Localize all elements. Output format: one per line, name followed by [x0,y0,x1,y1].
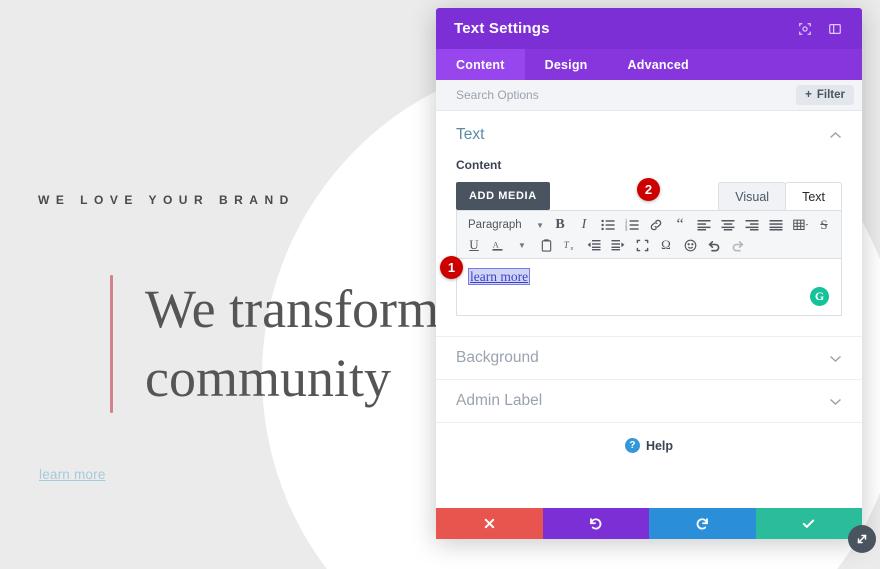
search-input[interactable] [456,88,797,102]
paragraph-format-label: Paragraph [468,219,522,231]
paste-as-text-icon[interactable] [534,235,558,255]
tab-visual[interactable]: Visual [718,182,787,210]
clear-formatting-icon[interactable]: T x [558,235,582,255]
italic-icon[interactable]: I [572,215,596,235]
bulleted-list-icon[interactable] [596,215,620,235]
svg-text:3: 3 [625,227,628,231]
text-settings-modal: Text Settings Content Design Advanced + … [436,8,876,553]
link-icon[interactable] [644,215,668,235]
strikethrough-icon[interactable]: S [812,215,836,235]
chevron-down-icon[interactable] [829,394,842,409]
indent-icon[interactable] [606,235,630,255]
svg-text:x: x [571,246,574,252]
page-eyebrow-text: WE LOVE YOUR BRAND [38,193,295,207]
resize-diagonal-icon[interactable] [848,525,876,553]
filter-button[interactable]: + Filter [796,85,854,105]
modal-title: Text Settings [454,20,550,37]
align-justify-icon[interactable] [764,215,788,235]
modal-body: Text Content ADD MEDIA Visual Text Parag [436,111,862,508]
bold-icon[interactable]: B [548,215,572,235]
toolbar-row-2: U A ▼ T x Ω [462,235,836,255]
panel-layout-icon[interactable] [822,16,848,42]
headline-accent-bar [110,275,113,414]
save-button[interactable] [755,508,862,539]
chevron-down-icon[interactable]: ▼ [510,235,534,255]
help-icon: ? [624,438,640,453]
editor-selected-link[interactable]: learn more [467,268,531,285]
search-options-row: + Filter [436,80,862,111]
redo-icon[interactable] [726,235,750,255]
table-icon[interactable] [788,215,812,235]
modal-footer [436,508,862,539]
svg-text:T: T [564,240,570,250]
tab-content[interactable]: Content [436,49,525,80]
underline-icon[interactable]: U [462,235,486,255]
modal-tabs: Content Design Advanced [436,49,862,80]
text-color-icon[interactable]: A [486,235,510,255]
tab-text[interactable]: Text [785,182,842,210]
tab-design[interactable]: Design [525,49,608,80]
fullscreen-icon[interactable] [630,235,654,255]
align-center-icon[interactable] [716,215,740,235]
section-admin-label[interactable]: Admin Label [436,379,862,422]
chevron-down-icon[interactable] [829,351,842,366]
editor-mode-tabs: Visual Text [718,182,842,210]
undo-button[interactable] [542,508,649,539]
annotation-badge-1: 1 [440,256,463,279]
toolbar-row-1: Paragraph ▼ B I 1 2 3 “ S [462,215,836,235]
emoji-icon[interactable] [678,235,702,255]
section-background[interactable]: Background [436,336,862,379]
cancel-button[interactable] [436,508,543,539]
help-label: Help [645,438,674,453]
page-learn-more-link[interactable]: learn more [39,467,106,482]
numbered-list-icon[interactable]: 1 2 3 [620,215,644,235]
content-field-label: Content [456,158,502,172]
svg-text:A: A [493,240,500,250]
help-button[interactable]: ? Help [436,422,862,468]
editor-toolbar: Paragraph ▼ B I 1 2 3 “ S U A ▼ T x Ω [456,210,842,258]
align-left-icon[interactable] [692,215,716,235]
section-title-text: Text [456,126,485,143]
redo-button[interactable] [649,508,756,539]
align-right-icon[interactable] [740,215,764,235]
annotation-badge-2: 2 [637,178,660,201]
outdent-icon[interactable] [582,235,606,255]
section-title-background: Background [456,349,539,366]
filter-label: Filter [816,89,845,101]
chevron-down-icon: ▼ [536,220,544,230]
add-media-button[interactable]: ADD MEDIA [456,182,550,210]
plus-icon: + [805,89,812,101]
chevron-up-icon[interactable] [829,128,842,143]
rich-text-editor-area[interactable]: learn more G [456,258,842,316]
tab-advanced[interactable]: Advanced [608,49,709,80]
blockquote-icon[interactable]: “ [668,215,692,235]
special-character-icon[interactable]: Ω [654,235,678,255]
section-header-text[interactable]: Text [436,111,862,154]
modal-title-bar: Text Settings [436,8,862,49]
focus-icon[interactable] [792,16,818,42]
section-title-admin-label: Admin Label [456,392,543,409]
grammarly-icon[interactable]: G [810,287,829,306]
paragraph-format-select[interactable]: Paragraph ▼ [462,219,548,231]
undo-icon[interactable] [702,235,726,255]
